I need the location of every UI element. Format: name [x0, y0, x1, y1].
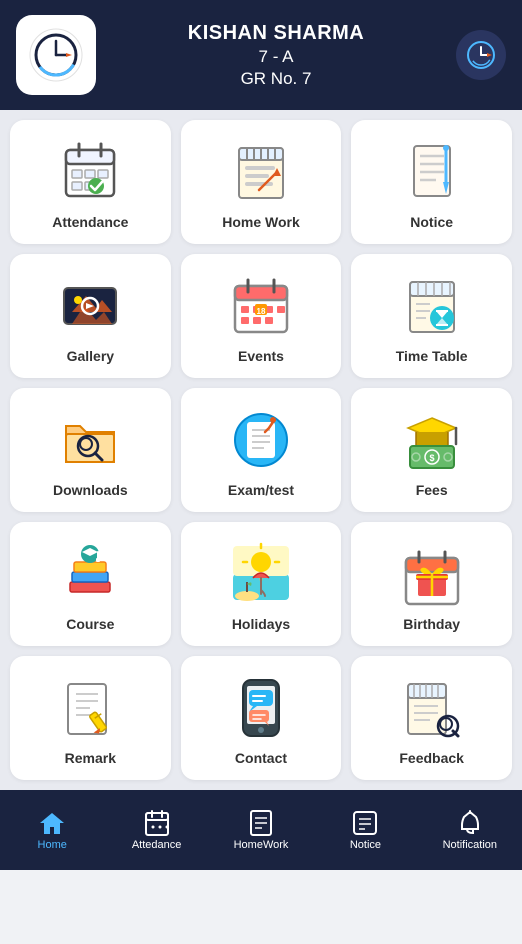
holidays-icon: [227, 540, 295, 608]
grid-item-contact[interactable]: Contact: [181, 656, 342, 780]
nav-homework-icon: [247, 809, 275, 837]
bottom-navigation: Home Attedance HomeWork: [0, 790, 522, 870]
gallery-icon: [56, 272, 124, 340]
grid-item-birthday[interactable]: Birthday: [351, 522, 512, 646]
nav-bell-icon: [456, 809, 484, 837]
grid-item-course[interactable]: Course: [10, 522, 171, 646]
feedback-icon: [398, 674, 466, 742]
grid-item-downloads[interactable]: Downloads: [10, 388, 171, 512]
homework-icon: [227, 138, 295, 206]
course-icon: [56, 540, 124, 608]
feedback-label: Feedback: [399, 750, 464, 766]
nav-attedance-label: Attedance: [132, 839, 182, 851]
grid-item-feedback[interactable]: Feedback: [351, 656, 512, 780]
examtest-icon: [227, 406, 295, 474]
events-label: Events: [238, 348, 284, 364]
birthday-label: Birthday: [403, 616, 460, 632]
attendance-icon: [56, 138, 124, 206]
grid-item-fees[interactable]: $ Fees: [351, 388, 512, 512]
homework-label: Home Work: [222, 214, 300, 230]
notice-label: Notice: [410, 214, 453, 230]
header-right-icon[interactable]: [456, 30, 506, 80]
nav-home-label: Home: [38, 839, 67, 851]
events-icon: 18: [227, 272, 295, 340]
fees-label: Fees: [416, 482, 448, 498]
nav-item-home[interactable]: Home: [0, 809, 104, 851]
grid-item-gallery[interactable]: Gallery: [10, 254, 171, 378]
nav-item-attedance[interactable]: Attedance: [104, 809, 208, 851]
header: KISHAN SHARMA 7 - A GR No. 7: [0, 0, 522, 110]
remark-icon: [56, 674, 124, 742]
nav-item-homework[interactable]: HomeWork: [209, 809, 313, 851]
gallery-label: Gallery: [67, 348, 114, 364]
birthday-icon: [398, 540, 466, 608]
nav-homework-label: HomeWork: [234, 839, 289, 851]
user-name: KISHAN SHARMA: [188, 22, 365, 45]
svg-text:$: $: [429, 453, 434, 463]
grid-item-attendance[interactable]: Attendance: [10, 120, 171, 244]
grid-item-examtest[interactable]: Exam/test: [181, 388, 342, 512]
nav-notice-icon: [351, 809, 379, 837]
app-logo: [16, 15, 96, 95]
user-gr: GR No. 7: [188, 69, 365, 89]
timetable-label: Time Table: [396, 348, 468, 364]
grid-item-events[interactable]: 18 Events: [181, 254, 342, 378]
nav-notification-label: Notification: [443, 839, 497, 851]
downloads-icon: [56, 406, 124, 474]
remark-label: Remark: [65, 750, 116, 766]
nav-item-notification[interactable]: Notification: [418, 809, 522, 851]
grid-item-remark[interactable]: Remark: [10, 656, 171, 780]
contact-icon: [227, 674, 295, 742]
timetable-icon: [398, 272, 466, 340]
grid-item-notice[interactable]: Notice: [351, 120, 512, 244]
downloads-label: Downloads: [53, 482, 128, 498]
attendance-label: Attendance: [52, 214, 128, 230]
grid-item-holidays[interactable]: Holidays: [181, 522, 342, 646]
nav-notice-label: Notice: [350, 839, 381, 851]
course-label: Course: [66, 616, 114, 632]
nav-item-notice[interactable]: Notice: [313, 809, 417, 851]
nav-attendance-icon: [143, 809, 171, 837]
contact-label: Contact: [235, 750, 287, 766]
fees-icon: $: [398, 406, 466, 474]
notice-icon: [398, 138, 466, 206]
holidays-label: Holidays: [232, 616, 290, 632]
grid-item-timetable[interactable]: Time Table: [351, 254, 512, 378]
menu-grid: Attendance Home Work: [0, 110, 522, 790]
grid-item-homework[interactable]: Home Work: [181, 120, 342, 244]
home-icon: [38, 809, 66, 837]
svg-text:18: 18: [257, 307, 266, 316]
user-class: 7 - A: [188, 47, 365, 67]
examtest-label: Exam/test: [228, 482, 294, 498]
user-info: KISHAN SHARMA 7 - A GR No. 7: [188, 22, 365, 89]
